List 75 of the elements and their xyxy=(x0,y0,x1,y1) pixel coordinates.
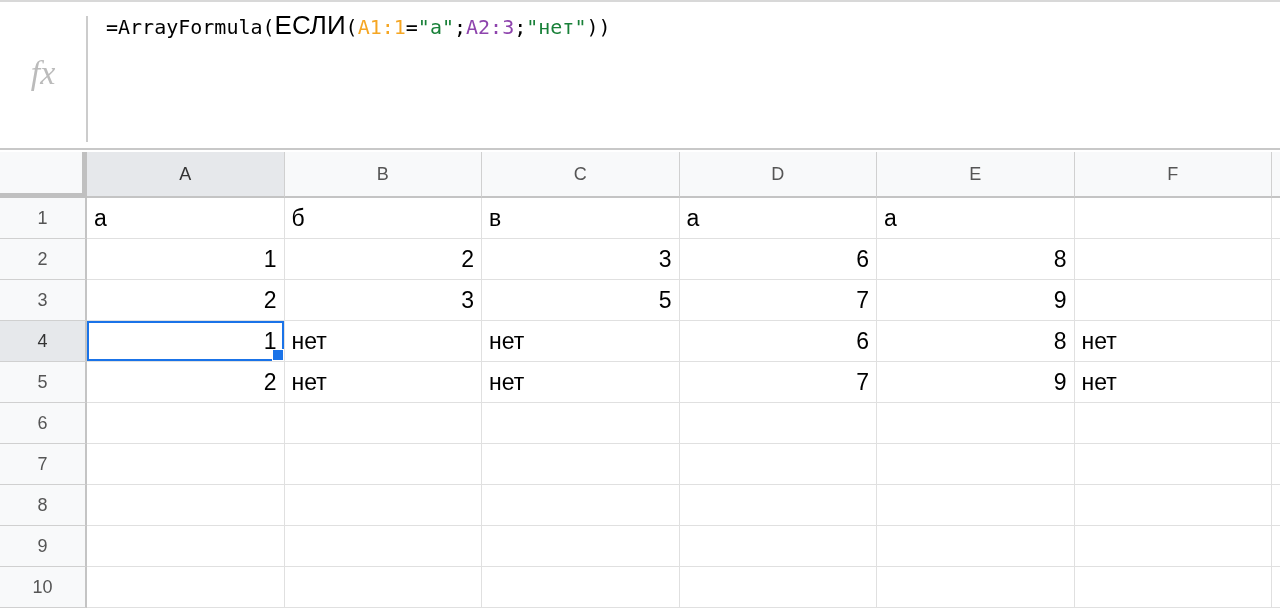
empty-cell[interactable] xyxy=(284,485,482,526)
table-cell[interactable]: 9 xyxy=(877,280,1075,321)
empty-cell[interactable] xyxy=(1074,567,1272,608)
row-header[interactable]: 5 xyxy=(0,362,87,403)
empty-cell[interactable] xyxy=(284,403,482,444)
empty-cell[interactable] xyxy=(679,444,877,485)
select-all-corner[interactable] xyxy=(0,152,87,198)
table-cell[interactable]: нет xyxy=(284,321,482,362)
row-header[interactable]: 4 xyxy=(0,321,87,362)
table-cell[interactable]: 2 xyxy=(87,280,285,321)
row-header[interactable]: 1 xyxy=(0,198,87,239)
table-cell[interactable]: а xyxy=(87,198,285,239)
fill-handle[interactable] xyxy=(271,349,284,361)
empty-cell[interactable] xyxy=(679,485,877,526)
table-cell[interactable]: 1 xyxy=(87,321,285,362)
empty-cell[interactable] xyxy=(1074,403,1272,444)
table-cell[interactable]: 2 xyxy=(284,239,482,280)
table-cell[interactable]: нет xyxy=(284,362,482,403)
table-cell[interactable]: 7 xyxy=(679,280,877,321)
row-header[interactable]: 3 xyxy=(0,280,87,321)
empty-cell[interactable] xyxy=(1074,526,1272,567)
table-cell[interactable]: а xyxy=(877,198,1075,239)
table-cell[interactable]: 9 xyxy=(877,362,1075,403)
row-header[interactable]: 6 xyxy=(0,403,87,444)
empty-cell[interactable] xyxy=(877,567,1075,608)
column-header[interactable]: E xyxy=(877,152,1075,198)
row-header[interactable]: 10 xyxy=(0,567,87,608)
empty-cell[interactable] xyxy=(877,526,1075,567)
table-cell[interactable]: 5 xyxy=(482,280,680,321)
empty-cell[interactable] xyxy=(482,526,680,567)
empty-cell[interactable] xyxy=(284,526,482,567)
table-cell[interactable]: 8 xyxy=(877,321,1075,362)
table-cell[interactable]: нет xyxy=(1074,321,1272,362)
empty-cell[interactable] xyxy=(284,444,482,485)
empty-cell[interactable] xyxy=(877,403,1075,444)
table-cell[interactable]: 3 xyxy=(482,239,680,280)
column-header[interactable]: D xyxy=(679,152,877,198)
table-cell[interactable]: 3 xyxy=(284,280,482,321)
table-cell[interactable]: 8 xyxy=(877,239,1075,280)
empty-cell[interactable] xyxy=(482,567,680,608)
empty-cell[interactable] xyxy=(482,403,680,444)
table-cell[interactable]: 7 xyxy=(679,362,877,403)
formula-input[interactable]: =ArrayFormula(ЕСЛИ(A1:1="а";A2:3;"нет")) xyxy=(88,2,611,148)
row-header[interactable]: 2 xyxy=(0,239,87,280)
empty-cell[interactable] xyxy=(1074,485,1272,526)
table-cell[interactable]: нет xyxy=(1074,362,1272,403)
empty-cell[interactable] xyxy=(877,485,1075,526)
column-header[interactable]: A xyxy=(87,152,285,198)
table-cell[interactable]: 6 xyxy=(679,239,877,280)
empty-cell[interactable] xyxy=(482,485,680,526)
empty-cell[interactable] xyxy=(1074,239,1272,280)
empty-cell[interactable] xyxy=(877,444,1075,485)
empty-cell[interactable] xyxy=(284,567,482,608)
column-header[interactable]: B xyxy=(284,152,482,198)
empty-cell[interactable] xyxy=(679,567,877,608)
table-cell[interactable]: в xyxy=(482,198,680,239)
table-cell[interactable]: 6 xyxy=(679,321,877,362)
table-cell[interactable]: а xyxy=(679,198,877,239)
table-cell[interactable]: нет xyxy=(482,362,680,403)
empty-cell[interactable] xyxy=(679,526,877,567)
fx-label: fx xyxy=(30,56,56,90)
empty-cell[interactable] xyxy=(1074,198,1272,239)
table-cell[interactable]: нет xyxy=(482,321,680,362)
empty-cell[interactable] xyxy=(482,444,680,485)
row-header[interactable]: 9 xyxy=(0,526,87,567)
column-header[interactable]: C xyxy=(482,152,680,198)
table-cell[interactable]: б xyxy=(284,198,482,239)
row-header[interactable]: 7 xyxy=(0,444,87,485)
empty-cell[interactable] xyxy=(1074,444,1272,485)
empty-cell[interactable] xyxy=(679,403,877,444)
table-cell[interactable]: 1 xyxy=(87,239,285,280)
column-header[interactable]: F xyxy=(1074,152,1272,198)
table-cell[interactable]: 2 xyxy=(87,362,285,403)
empty-cell[interactable] xyxy=(1074,280,1272,321)
row-header[interactable]: 8 xyxy=(0,485,87,526)
